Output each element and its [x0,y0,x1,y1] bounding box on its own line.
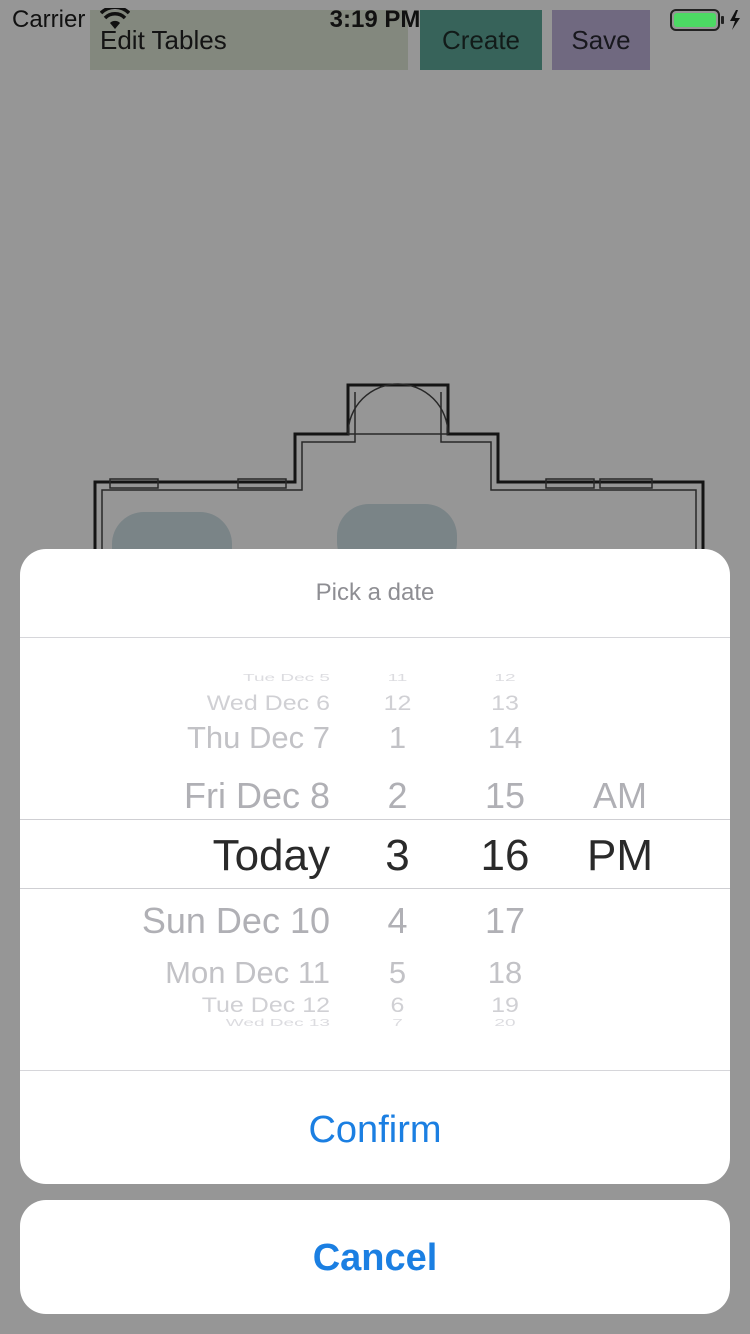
hour-option[interactable]: 5 [365,953,430,993]
hour-option[interactable]: 12 [365,690,430,716]
date-option[interactable]: Tue Dec 5 [80,672,330,684]
minute-option[interactable]: 14 [470,718,540,758]
period-option[interactable] [580,1018,660,1029]
hour-option[interactable]: 1 [365,718,430,758]
date-option[interactable]: Thu Dec 7 [80,718,330,758]
period-option[interactable] [580,898,660,944]
hour-wheel[interactable]: 11 12 1 2 3 4 5 6 7 [365,638,430,1070]
hour-option[interactable]: 11 [365,672,430,684]
hour-option[interactable]: 4 [365,898,430,944]
battery-icon [670,9,740,31]
hour-selected[interactable]: 3 [365,828,430,884]
date-option[interactable]: Fri Dec 8 [80,773,330,819]
period-wheel[interactable]: AM PM [580,638,660,1070]
minute-option[interactable]: 12 [470,672,540,684]
period-option[interactable] [580,690,660,716]
hour-option[interactable]: 2 [365,773,430,819]
minute-option[interactable]: 19 [470,992,540,1018]
cancel-button[interactable]: Cancel [20,1200,730,1314]
sheet-title: Pick a date [315,579,435,606]
date-picker-sheet: Pick a date Tue Dec 5 Wed Dec 6 Thu Dec 7 F… [20,549,730,1184]
minute-selected[interactable]: 16 [470,828,540,884]
confirm-button[interactable]: Confirm [20,1071,730,1184]
minute-wheel[interactable]: 12 13 14 15 16 17 18 19 20 [470,638,540,1070]
date-option[interactable]: Wed Dec 6 [80,690,330,716]
status-time: 3:19 PM [329,6,421,33]
period-option[interactable] [580,718,660,758]
date-option[interactable]: Wed Dec 13 [80,1017,330,1029]
date-option[interactable]: Sun Dec 10 [80,898,330,944]
minute-option[interactable]: 13 [470,690,540,716]
date-option[interactable]: Tue Dec 12 [80,992,330,1018]
period-option[interactable] [580,992,660,1018]
date-selected[interactable]: Today [80,828,330,884]
hour-option[interactable]: 6 [365,992,430,1018]
minute-option[interactable]: 17 [470,898,540,944]
date-wheel[interactable]: Tue Dec 5 Wed Dec 6 Thu Dec 7 Fri Dec 8 Toda… [80,638,330,1070]
date-option[interactable]: Mon Dec 11 [80,953,330,993]
date-time-picker[interactable]: Tue Dec 5 Wed Dec 6 Thu Dec 7 Fri Dec 8 Toda… [20,638,730,1070]
status-bar: Carrier 3:19 PM [0,0,750,40]
minute-option[interactable]: 20 [470,1017,540,1029]
period-option[interactable] [580,953,660,993]
hour-option[interactable]: 7 [365,1017,430,1029]
minute-option[interactable]: 18 [470,953,540,993]
period-selected[interactable]: PM [580,828,660,884]
period-option[interactable] [580,673,660,684]
period-option[interactable]: AM [580,773,660,819]
minute-option[interactable]: 15 [470,773,540,819]
